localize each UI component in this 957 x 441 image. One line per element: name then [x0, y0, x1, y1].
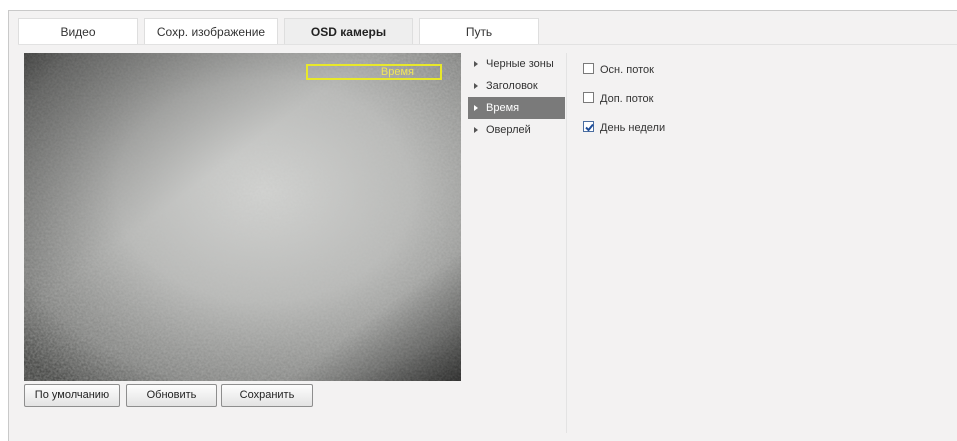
menu-item-overlay[interactable]: Оверлей: [468, 119, 565, 141]
tab-camera-osd[interactable]: OSD камеры: [284, 18, 413, 44]
menu-item-title[interactable]: Заголовок: [468, 75, 565, 97]
osd-menu: Черные зоны Заголовок Время Оверлей: [468, 53, 565, 141]
osd-settings-panel: Видео Сохр. изображение OSD камеры Путь: [8, 10, 957, 441]
main-stream-checkbox[interactable]: [583, 63, 594, 74]
checkmark-icon: [585, 123, 594, 132]
main-stream-option[interactable]: Осн. поток: [583, 63, 665, 92]
sub-stream-checkbox[interactable]: [583, 92, 594, 103]
preview-image: [24, 53, 461, 381]
triangle-right-icon: [474, 105, 478, 111]
menu-item-label: Черные зоны: [486, 58, 554, 70]
weekday-checkbox[interactable]: [583, 121, 594, 132]
default-button[interactable]: По умолчанию: [24, 384, 120, 407]
refresh-button[interactable]: Обновить: [126, 384, 217, 407]
tab-divider: [18, 44, 957, 45]
tab-snapshot[interactable]: Сохр. изображение: [144, 18, 278, 44]
option-label: Доп. поток: [600, 93, 654, 105]
menu-item-label: Время: [486, 102, 520, 114]
triangle-right-icon: [474, 127, 478, 133]
triangle-right-icon: [474, 61, 478, 67]
tab-video[interactable]: Видео: [18, 18, 138, 44]
menu-item-time[interactable]: Время: [468, 97, 565, 119]
time-options: Осн. поток Доп. поток День недели: [583, 63, 665, 150]
camera-preview[interactable]: Время: [24, 53, 461, 381]
sub-stream-option[interactable]: Доп. поток: [583, 92, 665, 121]
tab-path[interactable]: Путь: [419, 18, 539, 44]
column-divider: [566, 53, 567, 433]
osd-time-overlay[interactable]: Время: [306, 64, 442, 80]
menu-item-privacy-mask[interactable]: Черные зоны: [468, 53, 565, 75]
weekday-option[interactable]: День недели: [583, 121, 665, 150]
menu-item-label: Заголовок: [486, 80, 538, 92]
menu-item-label: Оверлей: [486, 124, 531, 136]
option-label: Осн. поток: [600, 64, 654, 76]
option-label: День недели: [600, 122, 666, 134]
triangle-right-icon: [474, 83, 478, 89]
save-button[interactable]: Сохранить: [221, 384, 313, 407]
